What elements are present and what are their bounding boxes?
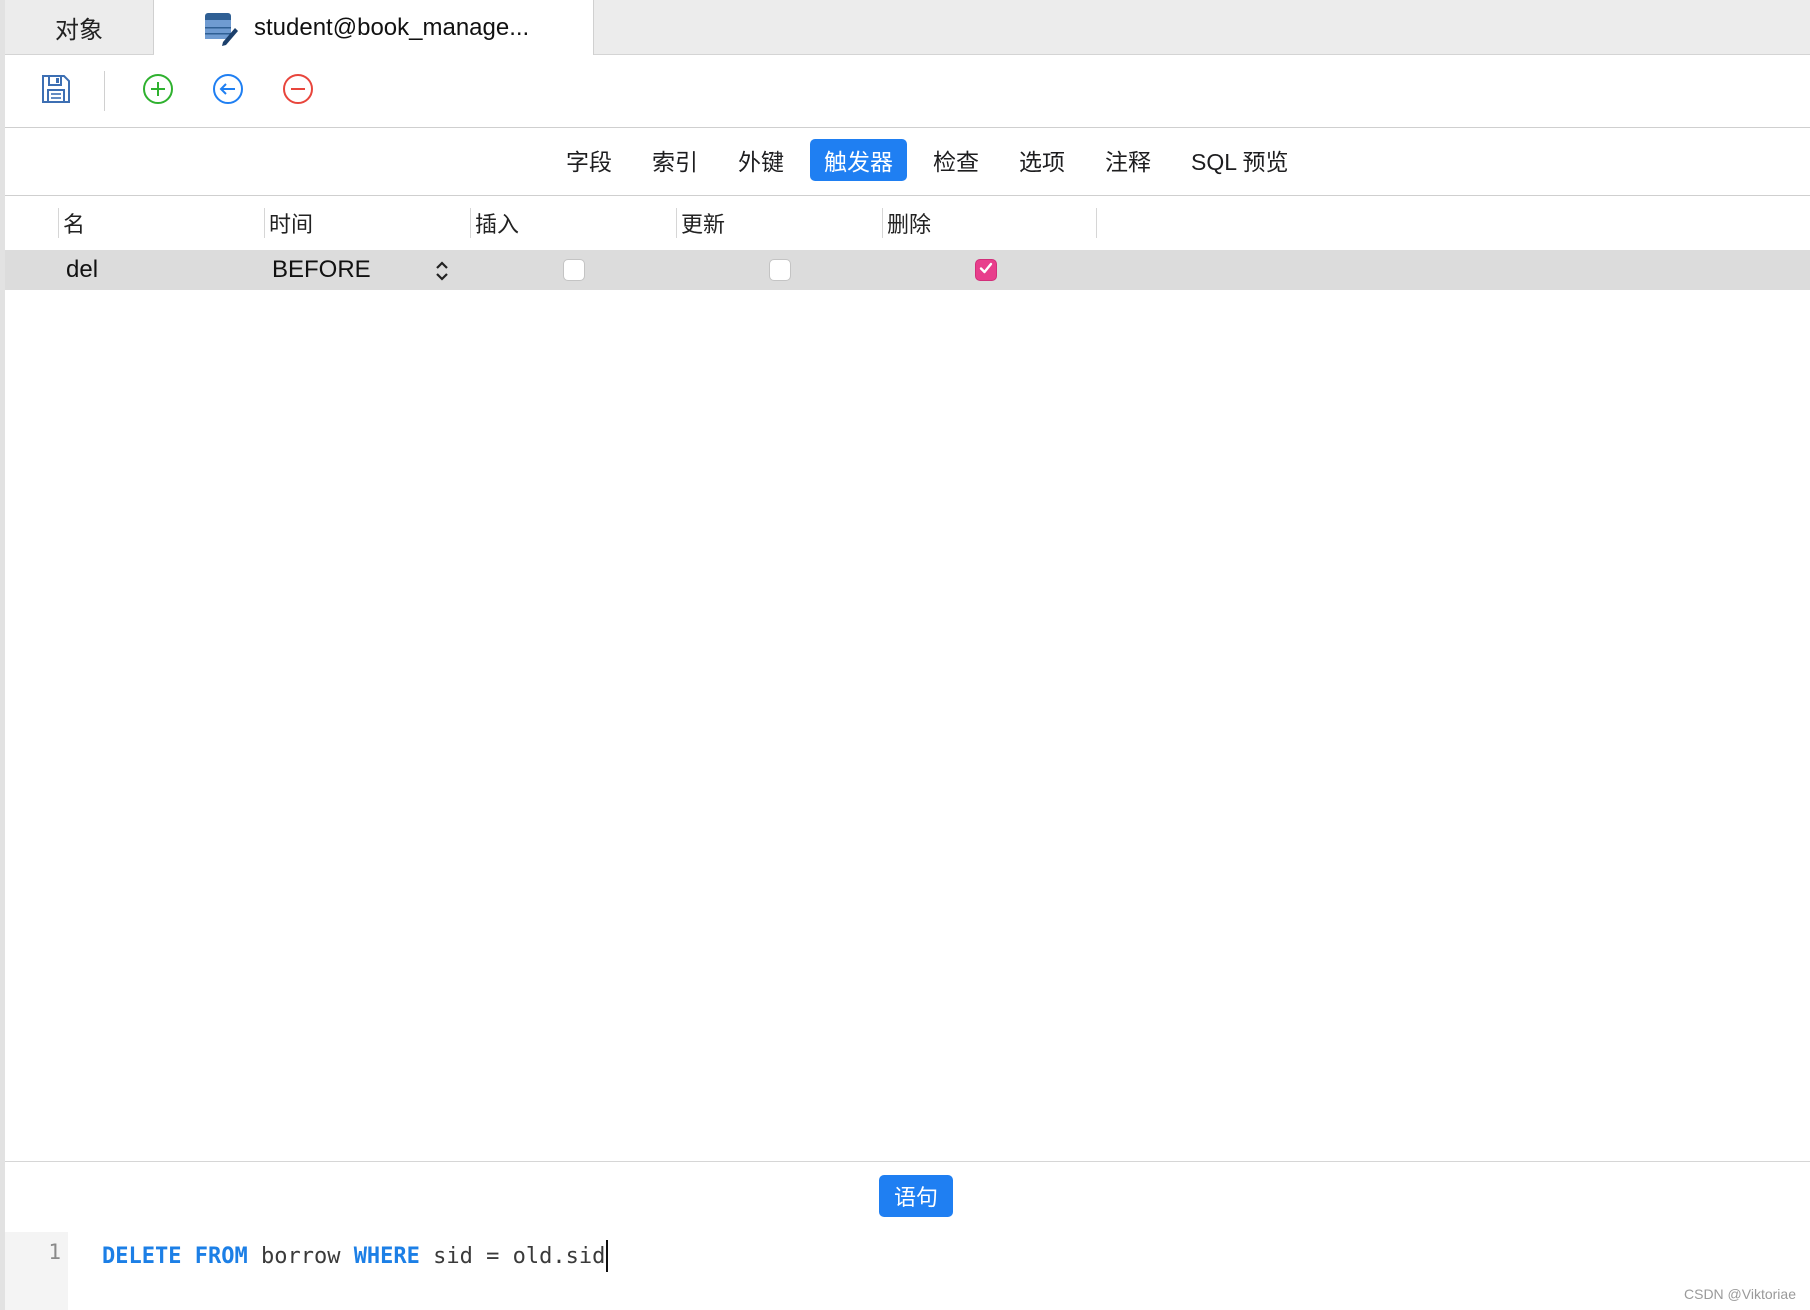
delete-checkbox[interactable] [975, 259, 997, 281]
table-row[interactable]: del BEFORE [5, 250, 1810, 290]
column-header-delete[interactable]: 删除 [883, 206, 1083, 240]
tab-fields[interactable]: 字段 [552, 139, 626, 181]
tab-checks[interactable]: 检查 [919, 139, 993, 181]
code-line[interactable]: DELETE FROM borrow WHERE sid = old.sid [102, 1240, 609, 1272]
tab-options[interactable]: 选项 [1005, 139, 1079, 181]
add-trigger-button[interactable] [140, 73, 176, 109]
column-header-update[interactable]: 更新 [677, 206, 877, 240]
tab-table-design[interactable]: student@book_manage... [154, 0, 594, 55]
statement-bar: 语句 [5, 1161, 1810, 1233]
sql-keyword: WHERE [353, 1243, 420, 1269]
tab-triggers[interactable]: 触发器 [810, 139, 907, 181]
column-header-time[interactable]: 时间 [265, 206, 465, 240]
toolbar [5, 55, 1810, 128]
line-number: 1 [48, 1240, 61, 1264]
statement-button[interactable]: 语句 [879, 1175, 953, 1217]
designer-tabs: 字段 索引 外键 触发器 检查 选项 注释 SQL 预览 [552, 139, 1315, 181]
sql-keyword: DELETE [102, 1243, 182, 1269]
trigger-name-cell[interactable]: del [66, 250, 98, 290]
tab-table-design-label: student@book_manage... [254, 13, 530, 41]
tab-sql-preview[interactable]: SQL 预览 [1177, 139, 1303, 181]
time-stepper[interactable] [432, 258, 452, 284]
column-header-name[interactable]: 名 [59, 206, 259, 240]
add-circle-icon [141, 72, 175, 111]
tab-objects-label: 对象 [55, 16, 103, 44]
text-caret [606, 1240, 609, 1272]
tab-bar: 对象 student@book_manage... [5, 0, 1810, 55]
insert-checkbox[interactable] [563, 259, 585, 281]
arrow-left-circle-icon [211, 72, 245, 111]
designer-tab-bar: 字段 索引 外键 触发器 检查 选项 注释 SQL 预览 [5, 128, 1810, 196]
tab-foreign-keys[interactable]: 外键 [724, 139, 798, 181]
tab-indexes[interactable]: 索引 [638, 139, 712, 181]
trigger-grid-header: 名 时间 插入 更新 删除 [5, 196, 1810, 251]
chevron-up-down-icon [432, 261, 452, 288]
save-icon [39, 72, 73, 111]
insert-trigger-button[interactable] [210, 73, 246, 109]
delete-trigger-button[interactable] [280, 73, 316, 109]
update-checkbox[interactable] [769, 259, 791, 281]
toolbar-separator [104, 71, 105, 111]
trigger-time-cell[interactable]: BEFORE [272, 250, 371, 290]
sql-text: borrow [247, 1243, 354, 1269]
line-gutter: 1 [5, 1232, 68, 1310]
column-divider [1096, 208, 1097, 238]
sql-text: sid = old.sid [419, 1243, 606, 1269]
watermark: CSDN @Viktoriae [1684, 1286, 1796, 1302]
save-button[interactable] [38, 73, 74, 109]
sql-editor[interactable]: 1 DELETE FROM borrow WHERE sid = old.sid [5, 1232, 1810, 1310]
column-header-insert[interactable]: 插入 [471, 206, 671, 240]
table-design-icon [202, 10, 238, 46]
checkmark-icon [978, 260, 994, 281]
minus-circle-icon [281, 72, 315, 111]
tab-comment[interactable]: 注释 [1091, 139, 1165, 181]
sql-keyword: FROM [194, 1243, 248, 1269]
tab-objects[interactable]: 对象 [5, 0, 154, 54]
